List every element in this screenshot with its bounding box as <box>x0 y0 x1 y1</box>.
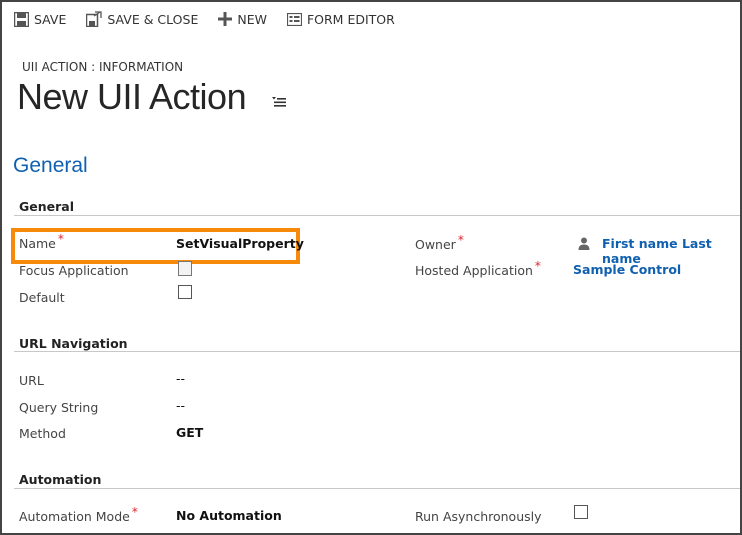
owner-label: Owner * <box>415 233 464 252</box>
tab-title-general[interactable]: General <box>13 154 88 178</box>
default-checkbox[interactable] <box>178 285 192 299</box>
url-value[interactable]: -- <box>176 371 185 386</box>
automation-mode-value[interactable]: No Automation <box>176 508 282 523</box>
entity-label: UII ACTION : INFORMATION <box>22 60 184 74</box>
save-button[interactable]: SAVE <box>14 11 67 27</box>
name-field-label: Name * <box>19 232 64 251</box>
plus-icon <box>218 12 233 26</box>
save-close-icon <box>86 11 103 27</box>
run-asynchronously-checkbox[interactable] <box>574 505 588 519</box>
section-divider <box>14 351 740 352</box>
command-bar: SAVE SAVE & CLOSE NEW FORM EDITOR <box>14 8 415 30</box>
page-title: New UII Action <box>17 76 247 117</box>
form-selector-icon[interactable] <box>272 96 286 108</box>
hosted-application-label: Hosted Application * <box>415 259 541 278</box>
default-label: Default <box>19 290 65 305</box>
section-header-automation: Automation <box>19 472 102 487</box>
save-icon <box>14 11 29 27</box>
method-value[interactable]: GET <box>176 425 203 440</box>
section-header-general: General <box>19 199 74 214</box>
focus-application-label: Focus Application <box>19 263 129 278</box>
form-editor-icon <box>286 12 302 26</box>
automation-mode-label: Automation Mode * <box>19 505 138 524</box>
hosted-application-link[interactable]: Sample Control <box>573 262 681 277</box>
query-string-value[interactable]: -- <box>176 398 185 413</box>
required-marker: * <box>534 259 541 273</box>
required-marker: * <box>131 505 138 519</box>
save-close-label: SAVE & CLOSE <box>107 11 199 27</box>
section-header-url-navigation: URL Navigation <box>19 336 128 351</box>
form-editor-button[interactable]: FORM EDITOR <box>286 11 395 27</box>
save-label: SAVE <box>34 11 67 27</box>
new-label: NEW <box>237 11 267 27</box>
focus-application-checkbox[interactable] <box>178 261 192 276</box>
name-field-value[interactable]: SetVisualProperty <box>176 236 304 251</box>
section-divider <box>14 215 740 216</box>
new-button[interactable]: NEW <box>218 12 267 27</box>
required-marker: * <box>57 232 64 246</box>
required-marker: * <box>457 233 464 247</box>
method-label: Method <box>19 426 66 441</box>
form-editor-label: FORM EDITOR <box>306 11 395 27</box>
run-asynchronously-label: Run Asynchronously <box>415 509 542 524</box>
query-string-label: Query String <box>19 400 99 415</box>
user-icon <box>578 237 590 250</box>
url-label: URL <box>19 373 44 388</box>
save-and-close-button[interactable]: SAVE & CLOSE <box>86 11 198 27</box>
section-divider <box>14 488 740 489</box>
